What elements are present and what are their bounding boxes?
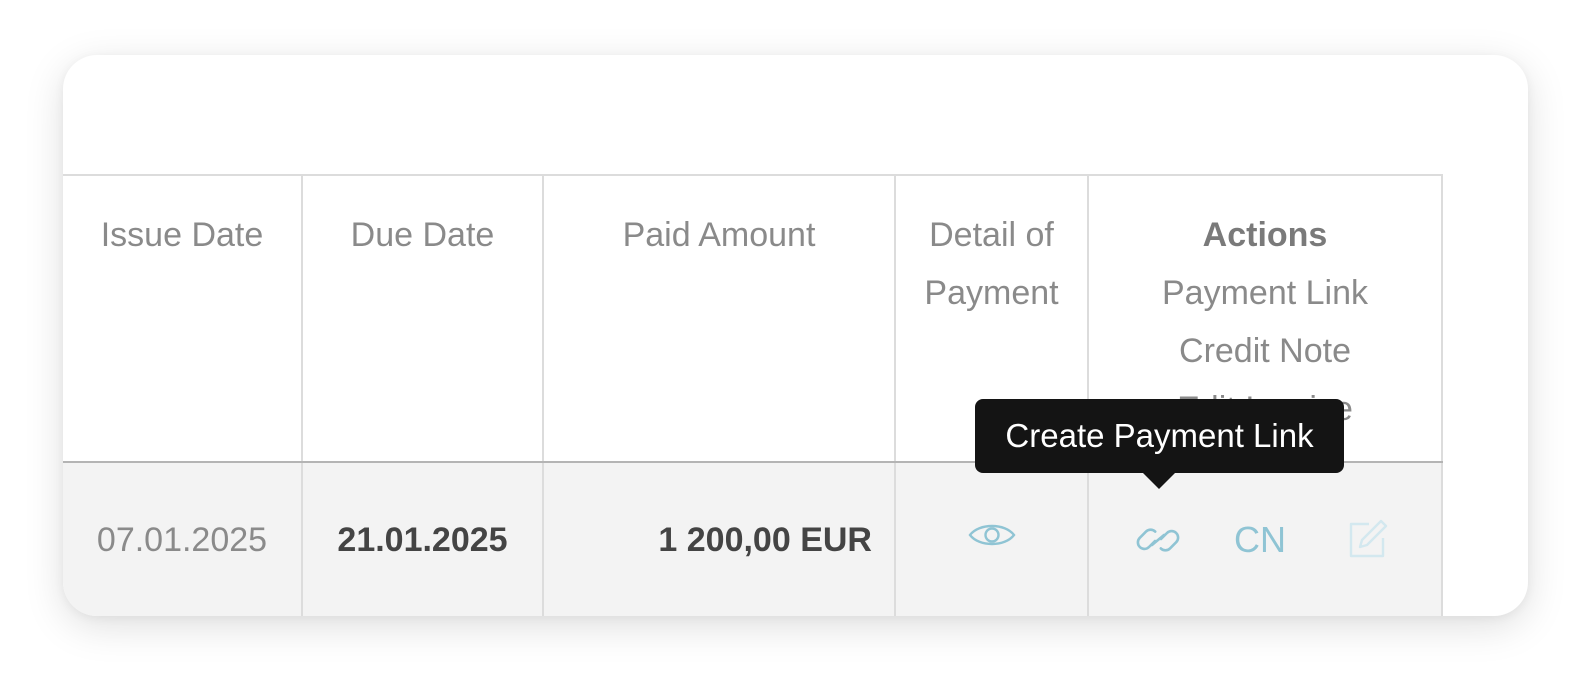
edit-invoice-button[interactable] bbox=[1344, 517, 1390, 563]
tooltip-arrow bbox=[1143, 473, 1175, 489]
table-row-issue-date: 07.01.2025 bbox=[63, 463, 303, 616]
header-paid-amount-label: Paid Amount bbox=[622, 216, 816, 254]
link-icon bbox=[1136, 528, 1180, 552]
header-issue-date: Issue Date bbox=[63, 174, 303, 462]
eye-icon bbox=[967, 524, 1016, 546]
header-detail-line1: Detail of bbox=[929, 216, 1054, 254]
edit-icon bbox=[1349, 519, 1388, 558]
issue-date-value: 07.01.2025 bbox=[96, 521, 268, 559]
header-paid-amount: Paid Amount bbox=[544, 174, 896, 462]
header-actions-title: Actions bbox=[1202, 216, 1328, 254]
table-row-due-date: 21.01.2025 bbox=[303, 463, 544, 616]
due-date-value: 21.01.2025 bbox=[337, 521, 508, 559]
row-action-icons: CN bbox=[1089, 515, 1443, 565]
invoice-table-card: Issue Date Due Date Paid Amount Detail o… bbox=[63, 55, 1528, 616]
tooltip-text: Create Payment Link bbox=[1005, 417, 1314, 454]
create-payment-link-tooltip: Create Payment Link bbox=[975, 399, 1344, 489]
table-row-paid-amount: 1 200,00 EUR bbox=[544, 463, 896, 616]
header-due-date: Due Date bbox=[303, 174, 544, 462]
header-issue-date-label: Issue Date bbox=[100, 216, 264, 254]
paid-amount-value: 1 200,00 EUR bbox=[658, 521, 872, 559]
invoice-table: Issue Date Due Date Paid Amount Detail o… bbox=[63, 174, 1463, 616]
view-payment-detail-button[interactable] bbox=[967, 519, 1017, 551]
header-due-date-label: Due Date bbox=[350, 216, 495, 254]
header-actions-credit-note: Credit Note bbox=[1179, 332, 1351, 370]
header-actions-payment-link: Payment Link bbox=[1162, 274, 1368, 312]
table-row-detail bbox=[896, 463, 1089, 616]
header-detail-line2: Payment bbox=[924, 274, 1059, 312]
credit-note-button[interactable]: CN bbox=[1234, 515, 1286, 565]
create-payment-link-button[interactable] bbox=[1133, 517, 1183, 563]
